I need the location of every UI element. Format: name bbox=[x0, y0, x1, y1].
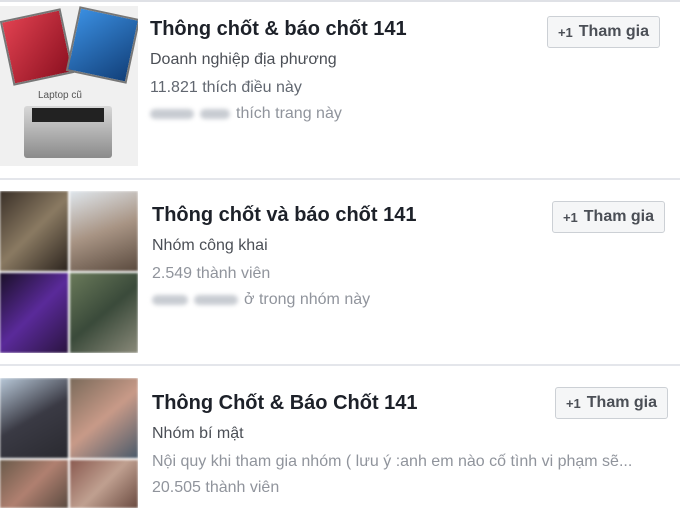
friends-context: thích trang này bbox=[150, 105, 407, 123]
red-laptop-shape bbox=[0, 8, 75, 86]
friends-context-text: ở trong nhóm này bbox=[244, 291, 371, 308]
result-type: Doanh nghiệp địa phương bbox=[150, 51, 337, 68]
join-label: Tham gia bbox=[578, 23, 649, 40]
collage-photo bbox=[70, 460, 138, 508]
collage-photo bbox=[0, 460, 68, 508]
result-type: Nhóm bí mật bbox=[152, 425, 244, 442]
plus-one-icon: +1 bbox=[557, 24, 573, 40]
group-thumbnail-collage[interactable] bbox=[0, 378, 138, 508]
page-thumbnail[interactable]: Laptop cũ bbox=[0, 6, 138, 166]
collage-photo bbox=[70, 191, 138, 271]
result-description: Nội quy khi tham gia nhóm ( lưu ý :anh e… bbox=[152, 453, 633, 470]
collage-photo bbox=[0, 191, 68, 271]
blurred-name bbox=[200, 108, 230, 119]
blurred-name bbox=[152, 294, 188, 305]
collage-photo bbox=[70, 378, 138, 458]
join-button[interactable]: +1 Tham gia bbox=[551, 201, 665, 233]
result-title[interactable]: Thông chốt & báo chốt 141 bbox=[150, 18, 407, 41]
result-title[interactable]: Thông chốt và báo chốt 141 bbox=[152, 204, 416, 227]
result-stat: 11.821 thích điều này bbox=[150, 79, 302, 96]
join-label: Tham gia bbox=[586, 394, 657, 411]
result-item[interactable]: Thông Chốt & Báo Chốt 141 Nhóm bí mật Nộ… bbox=[0, 366, 680, 508]
collage-photo bbox=[70, 273, 138, 353]
thumbnail-label: Laptop cũ bbox=[38, 90, 82, 101]
result-item[interactable]: Thông chốt và báo chốt 141 Nhóm công kha… bbox=[0, 179, 680, 364]
result-item[interactable]: Laptop cũ Thông chốt & báo chốt 141 Doan… bbox=[0, 0, 680, 178]
blue-laptop-shape bbox=[65, 6, 138, 84]
collage-photo bbox=[0, 378, 68, 458]
plus-one-icon: +1 bbox=[565, 395, 581, 411]
result-info: Thông chốt và báo chốt 141 Nhóm công kha… bbox=[152, 204, 416, 309]
join-label: Tham gia bbox=[583, 208, 654, 225]
blurred-name bbox=[150, 108, 194, 119]
result-type: Nhóm công khai bbox=[152, 237, 268, 254]
result-stat: 20.505 thành viên bbox=[152, 479, 280, 496]
friends-context: ở trong nhóm này bbox=[152, 291, 416, 309]
join-button[interactable]: +1 Tham gia bbox=[554, 387, 668, 419]
plus-one-icon: +1 bbox=[562, 209, 578, 225]
collage-photo bbox=[0, 273, 68, 353]
friends-context-text: thích trang này bbox=[236, 105, 342, 122]
result-info: Thông chốt & báo chốt 141 Doanh nghiệp đ… bbox=[150, 18, 407, 123]
search-results-list: Laptop cũ Thông chốt & báo chốt 141 Doan… bbox=[0, 0, 680, 508]
group-thumbnail-collage[interactable] bbox=[0, 191, 138, 353]
laptop-screen-shape bbox=[32, 108, 104, 122]
blurred-name bbox=[194, 294, 238, 305]
join-button[interactable]: +1 Tham gia bbox=[546, 16, 660, 48]
result-stat: 2.549 thành viên bbox=[152, 265, 271, 282]
